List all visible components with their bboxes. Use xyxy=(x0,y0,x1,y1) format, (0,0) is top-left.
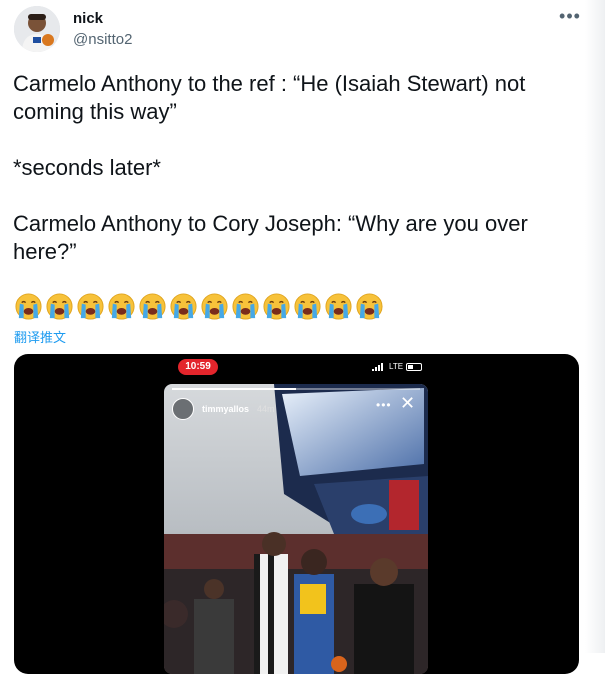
tweet-text: Carmelo Anthony to the ref : “He (Isaiah… xyxy=(13,70,583,266)
tweet: nick @nsitto2 ••• Carmelo Anthony to the… xyxy=(0,0,605,674)
author-avatar[interactable] xyxy=(14,6,60,52)
loudly-crying-face-icon xyxy=(294,293,321,320)
page-edge-shadow xyxy=(585,0,605,653)
story-header: timmyallos 44m xyxy=(172,398,275,420)
loudly-crying-face-icon xyxy=(15,293,42,320)
translate-tweet-link[interactable]: 翻译推文 xyxy=(14,327,66,346)
status-indicators: LTE xyxy=(372,362,423,371)
tweet-line: *seconds later* xyxy=(13,155,161,180)
story-more-icon: ••• xyxy=(376,398,392,412)
author-handle[interactable]: @nsitto2 xyxy=(73,31,132,48)
tweet-line: Carmelo Anthony to Cory Joseph: “Why are… xyxy=(13,211,534,264)
story-username: timmyallos xyxy=(202,404,250,414)
phone-screenshot: 10:59 LTE timmyallos 44m ••• ✕ xyxy=(164,354,428,674)
status-time: 10:59 xyxy=(178,359,218,375)
story-close-icon: ✕ xyxy=(400,393,416,413)
loudly-crying-face-icon xyxy=(170,293,197,320)
loudly-crying-face-icon xyxy=(77,293,104,320)
story-frame: timmyallos 44m ••• ✕ xyxy=(164,384,428,674)
avatar-image xyxy=(14,6,60,52)
story-progress-fill xyxy=(172,388,296,390)
loudly-crying-face-icon xyxy=(108,293,135,320)
loudly-crying-face-icon xyxy=(46,293,73,320)
author-name[interactable]: nick xyxy=(73,10,103,27)
loudly-crying-face-icon xyxy=(325,293,352,320)
signal-icon xyxy=(372,362,383,371)
story-progress-bar xyxy=(172,388,420,390)
tweet-media[interactable]: 10:59 LTE timmyallos 44m ••• ✕ xyxy=(14,354,579,674)
loudly-crying-face-icon xyxy=(356,293,383,320)
loudly-crying-face-icon xyxy=(201,293,228,320)
emoji-row xyxy=(14,292,384,322)
arena-scene xyxy=(164,384,428,674)
more-options-icon[interactable]: ••• xyxy=(557,6,583,26)
loudly-crying-face-icon xyxy=(232,293,259,320)
network-label: LTE xyxy=(389,362,404,371)
battery-icon xyxy=(406,362,423,371)
tweet-line: Carmelo Anthony to the ref : “He (Isaiah… xyxy=(13,71,532,124)
loudly-crying-face-icon xyxy=(263,293,290,320)
story-age: 44m xyxy=(257,404,275,414)
loudly-crying-face-icon xyxy=(139,293,166,320)
story-avatar xyxy=(172,398,194,420)
